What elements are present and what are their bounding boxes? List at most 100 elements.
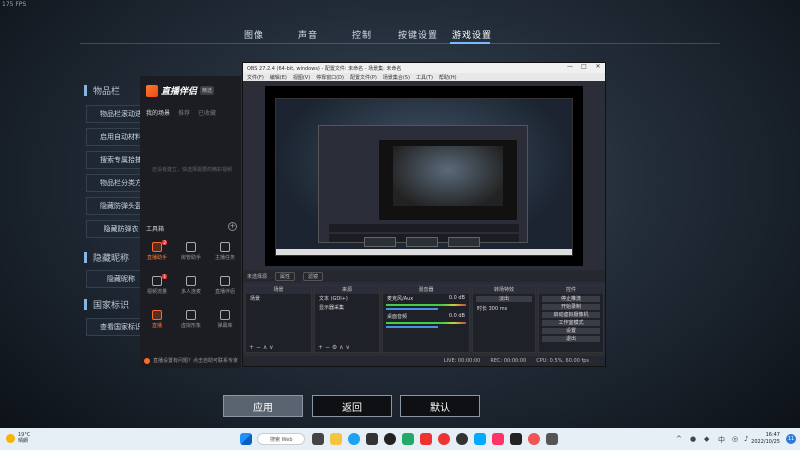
default-button[interactable]: 默认	[400, 395, 480, 417]
no-source-selected: 未选择源	[247, 273, 268, 280]
app-icon[interactable]	[528, 433, 540, 445]
start-virtual-camera-button[interactable]: 启动虚拟摄像机	[542, 312, 600, 318]
start-recording-button[interactable]: 开始录制	[542, 304, 600, 310]
tool-live-assistant[interactable]: 2 直播助手	[142, 240, 172, 261]
steam-icon[interactable]	[384, 433, 396, 445]
tool-room-manager[interactable]: 房管助手	[176, 242, 206, 261]
task-view-icon[interactable]	[312, 433, 324, 445]
windows-taskbar: 19°C 晴朗 搜索 Web ^ ● ◆ 中 ◎ ♪ 16:47 2022/10/…	[0, 428, 800, 450]
helper-logo: 直播伴侣 精选	[146, 84, 215, 97]
menu-docks[interactable]: 停靠窗口(D)	[316, 74, 344, 81]
settings-button[interactable]: 设置	[542, 328, 600, 334]
tool-danmaku[interactable]: 弹幕库	[210, 310, 240, 329]
obs-source-toolbar: 未选择源 属性 滤镜	[243, 270, 605, 282]
tool-icon	[152, 310, 162, 320]
obs-icon[interactable]	[456, 433, 468, 445]
tool-virtual-avatar[interactable]: 虚拟形象	[176, 310, 206, 329]
app-icon[interactable]	[402, 433, 414, 445]
close-icon[interactable]: ✕	[591, 63, 605, 73]
source-item[interactable]: 文本 (GDI+)	[315, 294, 379, 303]
tool-video-traffic[interactable]: 1 视频流量	[142, 274, 172, 295]
apply-button[interactable]: 应用	[223, 395, 303, 417]
sources-toolbar[interactable]: + − ⚙ ∧ ∨	[315, 344, 379, 352]
scenes-toolbar[interactable]: + − ∧ ∨	[246, 344, 311, 352]
duration-value[interactable]: 300 ms	[489, 306, 508, 312]
input-method-icon[interactable]: 中	[718, 435, 725, 445]
logo-badge: 精选	[200, 86, 215, 95]
clock-date: 2022/10/25	[751, 439, 780, 445]
properties-button[interactable]: 属性	[275, 271, 296, 281]
app-icon[interactable]	[474, 433, 486, 445]
audio-meter	[386, 322, 466, 324]
duration-label: 时长	[477, 306, 488, 312]
tool-multi-link[interactable]: 多人连麦	[176, 276, 206, 295]
tray-app-icon[interactable]: ◆	[704, 435, 709, 443]
tab-graphics[interactable]: 图像	[244, 28, 264, 41]
tab-control[interactable]: 控制	[352, 28, 372, 41]
terminal-icon[interactable]	[510, 433, 522, 445]
tab-sound[interactable]: 声音	[298, 28, 318, 41]
clock[interactable]: 16:47 2022/10/25	[751, 432, 780, 446]
file-explorer-icon[interactable]	[330, 433, 342, 445]
helper-tab[interactable]: 我的场景	[146, 108, 170, 117]
tool-icon: 1	[152, 274, 167, 286]
edge-icon[interactable]	[348, 433, 360, 445]
menu-tools[interactable]: 工具(T)	[416, 74, 433, 81]
obs-preview[interactable]	[265, 86, 583, 266]
transition-select[interactable]: 淡出	[476, 296, 532, 302]
app-icon[interactable]	[366, 433, 378, 445]
tools-add-icon[interactable]: +	[228, 222, 237, 231]
search-placeholder: 搜索 Web	[270, 436, 293, 443]
menu-file[interactable]: 文件(F)	[247, 74, 264, 81]
section-nation-flag: 国家标识	[84, 296, 144, 312]
tool-label: 视频流量	[146, 289, 167, 295]
obs-title-text: OBS 27.2.4 (64-bit, windows) - 配置文件: 未命名…	[247, 65, 402, 72]
tool-icon	[186, 310, 196, 320]
help-icon	[144, 357, 150, 364]
menu-scene-collection[interactable]: 场景集合(S)	[383, 74, 410, 81]
mixer-db: 0.0 dB	[448, 313, 465, 319]
studio-mode-button[interactable]: 工作室模式	[542, 320, 600, 326]
tool-icon	[220, 310, 230, 320]
helper-footer[interactable]: 直播设置有问题？点击自助可联系专家	[144, 357, 238, 364]
tool-live[interactable]: 直播	[142, 310, 172, 329]
volume-slider[interactable]	[386, 326, 438, 328]
back-button[interactable]: 返回	[312, 395, 392, 417]
app-icon[interactable]	[546, 433, 558, 445]
maximize-icon[interactable]: □	[577, 63, 591, 73]
minimize-icon[interactable]: —	[563, 63, 577, 73]
stop-streaming-button[interactable]: 停止推流	[542, 296, 600, 302]
tray-app-icon[interactable]: ●	[690, 435, 696, 443]
start-icon[interactable]	[240, 433, 252, 445]
volume-icon[interactable]: ♪	[744, 435, 748, 443]
menu-edit[interactable]: 编辑(E)	[270, 74, 287, 81]
helper-tab[interactable]: 已收藏	[198, 108, 216, 117]
tray-chevron-icon[interactable]: ^	[676, 435, 682, 443]
menu-profile[interactable]: 配置文件(P)	[350, 74, 377, 81]
network-icon[interactable]: ◎	[732, 435, 738, 443]
filters-button[interactable]: 滤镜	[303, 271, 324, 281]
menu-view[interactable]: 视图(V)	[293, 74, 310, 81]
section-hide-nickname: 隐藏昵称	[84, 249, 144, 265]
tool-streamer-task[interactable]: 主播任务	[210, 242, 240, 261]
tool-icon	[220, 242, 230, 252]
menu-help[interactable]: 帮助(H)	[439, 74, 457, 81]
tool-live-companion[interactable]: 直播伴侣	[210, 276, 240, 295]
exit-button[interactable]: 退出	[542, 336, 600, 342]
notification-badge[interactable]: 11	[786, 434, 796, 444]
tab-key-settings[interactable]: 按键设置	[398, 28, 438, 41]
weather-widget[interactable]: 19°C 晴朗	[6, 432, 30, 444]
search-box[interactable]: 搜索 Web	[257, 433, 305, 445]
source-item[interactable]: 显示器采集	[315, 303, 379, 312]
scene-item[interactable]: 场景	[246, 294, 311, 303]
dock-header: 来源	[315, 286, 379, 294]
tool-label: 直播助手	[146, 255, 167, 261]
volume-slider[interactable]	[386, 308, 438, 310]
dock-header: 转场特效	[473, 286, 535, 294]
helper-tab[interactable]: 推荐	[178, 108, 190, 117]
app-icon[interactable]	[438, 433, 450, 445]
mixer-db: 0.0 dB	[448, 295, 465, 301]
app-icon[interactable]	[492, 433, 504, 445]
tab-game-settings[interactable]: 游戏设置	[452, 28, 492, 41]
netease-icon[interactable]	[420, 433, 432, 445]
